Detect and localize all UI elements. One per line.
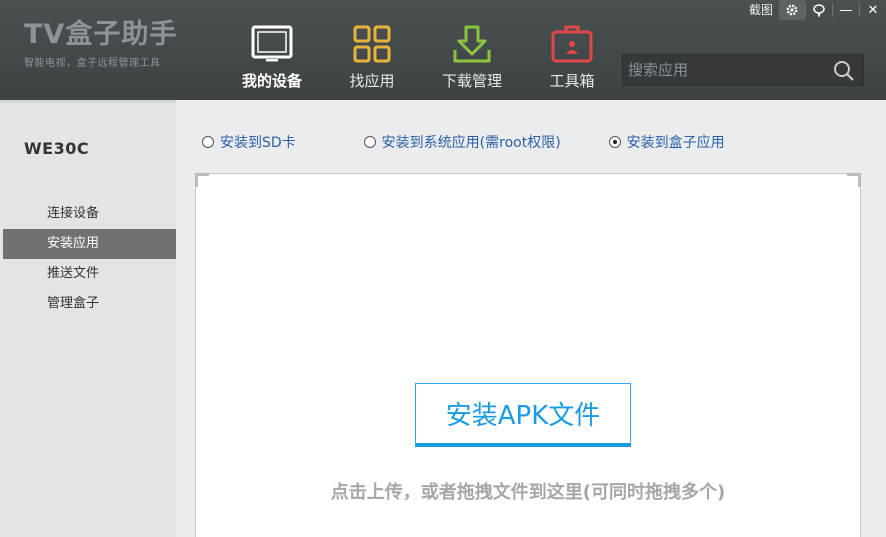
radio-button[interactable] (363, 136, 376, 148)
app-header: TV盒子助手 智能电视，盒子远程管理工具 我的设备 找应用 下载管理 工具箱 搜… (0, 0, 886, 100)
radio-button[interactable] (202, 136, 214, 148)
sidebar: WE30C 连接设备 安装应用 推送文件 管理盒子 (0, 100, 176, 537)
nav-my-devices[interactable]: 我的设备 (222, 0, 322, 100)
nav-find-apps[interactable]: 找应用 (322, 0, 422, 100)
corner-decoration (847, 173, 861, 187)
close-button[interactable]: ✕ (860, 0, 886, 20)
minimize-button[interactable]: — (833, 0, 859, 20)
sidebar-item-connect-device[interactable]: 连接设备 (3, 199, 176, 229)
sidebar-item-push-file[interactable]: 推送文件 (3, 259, 176, 289)
nav-label: 找应用 (349, 72, 395, 90)
dropzone-hint: 点击上传，或者拖拽文件到这里(可同时拖拽多个) (330, 482, 726, 503)
option-label: 安装到SD卡 (220, 135, 296, 151)
search-input[interactable] (623, 55, 828, 85)
option-sd-card[interactable]: 安装到SD卡 (202, 132, 296, 152)
nav-toolbox[interactable]: 工具箱 (522, 0, 622, 100)
logo-subtitle: 智能电视，盒子远程管理工具 (24, 58, 161, 69)
sidebar-menu: 连接设备 安装应用 推送文件 管理盒子 (3, 199, 176, 319)
option-box-app[interactable]: 安装到盒子应用 (608, 132, 725, 152)
option-system-app[interactable]: 安装到系统应用(需root权限) (363, 132, 561, 152)
chat-icon[interactable] (806, 0, 832, 20)
main-content: 安装到SD卡 安装到系统应用(需root权限) 安装到盒子应用 安装APK文件 … (176, 100, 886, 537)
nav-label: 工具箱 (549, 72, 595, 90)
logo-title: TV盒子助手 (24, 19, 178, 50)
toolbox-icon (550, 22, 594, 66)
apk-dropzone[interactable]: 安装APK文件 点击上传，或者拖拽文件到这里(可同时拖拽多个) (195, 173, 861, 537)
grid-icon (350, 22, 394, 66)
radio-button-selected[interactable] (608, 136, 621, 148)
nav-label: 我的设备 (241, 72, 302, 90)
sidebar-item-install-app[interactable]: 安装应用 (3, 229, 176, 259)
option-label: 安装到盒子应用 (626, 135, 725, 151)
corner-decoration (195, 173, 209, 187)
window-controls: 截图 — ✕ (743, 0, 886, 20)
main-nav: 我的设备 找应用 下载管理 工具箱 (222, 0, 622, 100)
search-box (622, 54, 864, 86)
tablet-icon (250, 22, 294, 66)
nav-download-manager[interactable]: 下载管理 (422, 0, 522, 100)
search-icon[interactable] (833, 60, 855, 82)
sidebar-item-manage-box[interactable]: 管理盒子 (3, 289, 176, 319)
device-name: WE30C (24, 139, 90, 158)
option-label: 安装到系统应用(需root权限) (381, 135, 561, 151)
install-apk-button[interactable]: 安装APK文件 (415, 383, 631, 447)
download-icon (450, 22, 494, 66)
nav-label: 下载管理 (441, 72, 502, 90)
gear-icon[interactable] (779, 0, 805, 20)
screenshot-button[interactable]: 截图 (743, 0, 779, 20)
app-logo: TV盒子助手 智能电视，盒子远程管理工具 (24, 18, 177, 69)
install-options: 安装到SD卡 安装到系统应用(需root权限) 安装到盒子应用 (202, 132, 725, 152)
